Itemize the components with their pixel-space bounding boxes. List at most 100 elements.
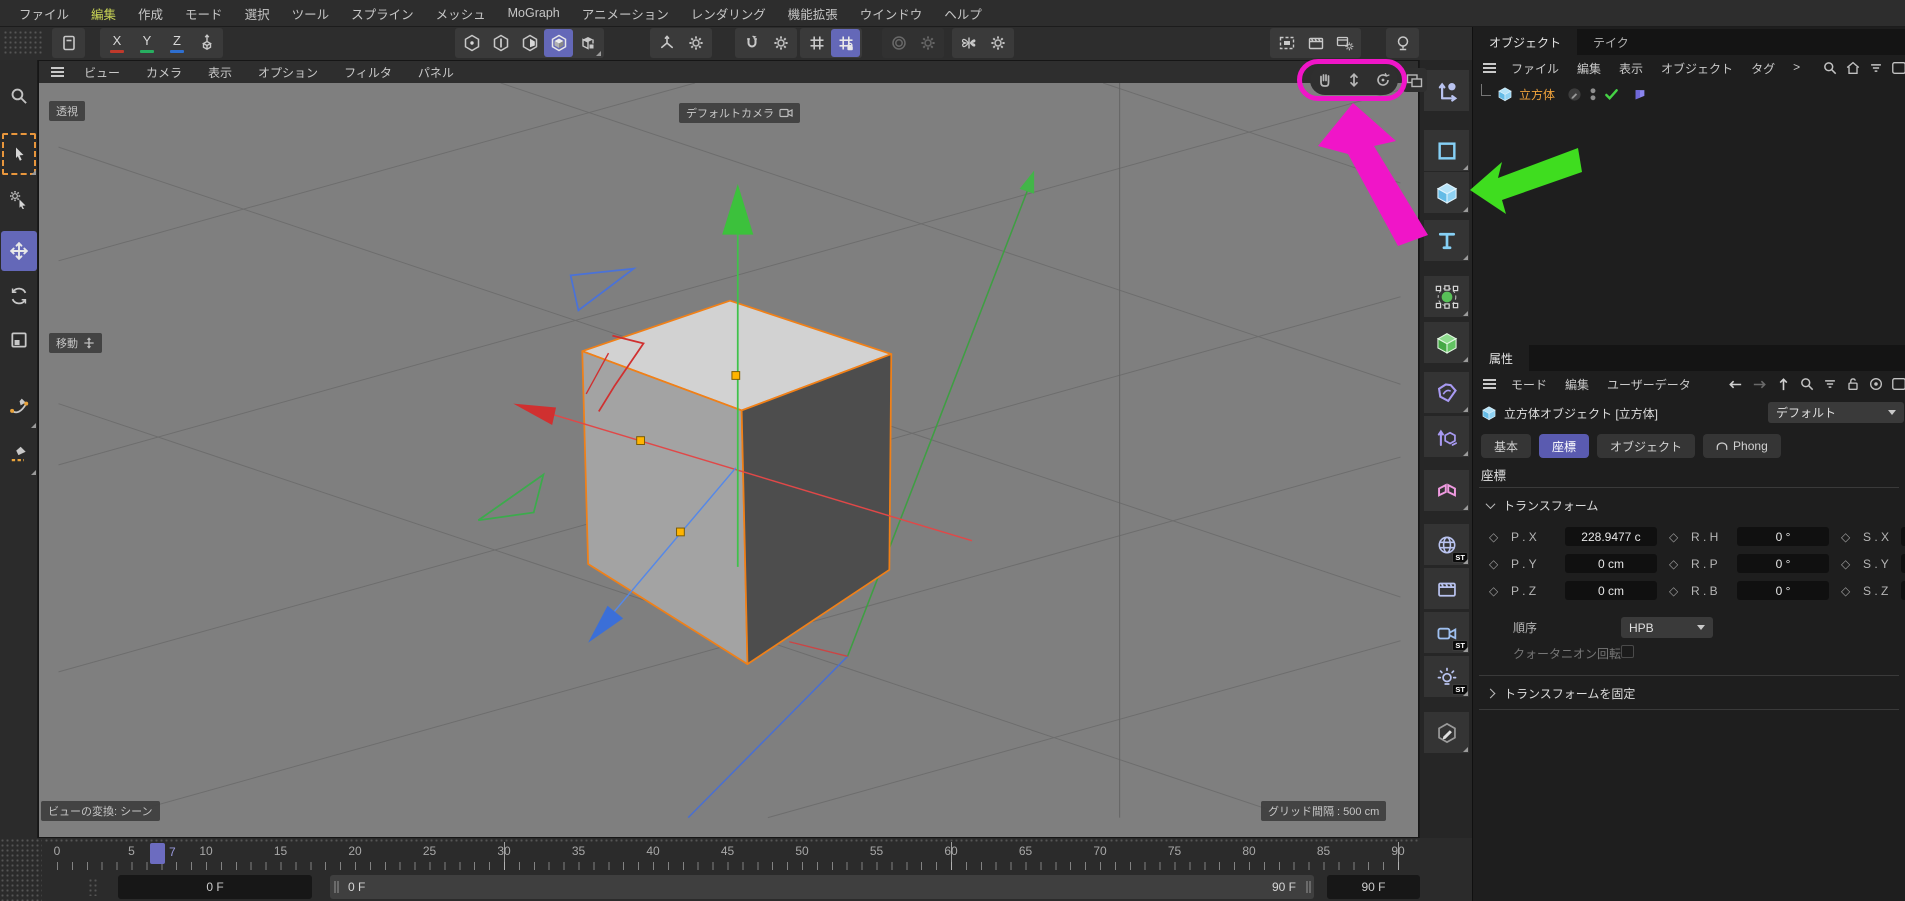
interactive-render-icon[interactable] [1388,29,1417,57]
circles-settings-gear-icon[interactable] [913,29,942,57]
axis-z-button[interactable]: Z [162,29,192,57]
menu-item-0[interactable]: ファイル [8,4,80,23]
axis-y-button[interactable]: Y [132,29,162,57]
film-clapper-icon[interactable] [1424,568,1469,609]
render-settings-icon[interactable] [1330,29,1359,57]
menu-item-12[interactable]: ウインドウ [849,4,934,23]
camera-label[interactable]: デフォルトカメラ [679,103,800,123]
edges-mode-icon[interactable] [486,29,515,57]
home-icon[interactable] [1845,60,1861,76]
rotate-tool[interactable] [1,276,37,316]
workplane-icon[interactable] [652,29,681,57]
viewport-menu-item-5[interactable]: パネル [408,64,464,81]
cube-primitive-icon[interactable] [1424,172,1469,213]
target-icon[interactable] [1868,376,1884,392]
attribute-manager-menu-item-2[interactable]: ユーザーデータ [1598,376,1700,393]
filter-icon[interactable] [1868,60,1884,76]
menu-item-3[interactable]: モード [174,4,234,23]
frame-range-slider[interactable]: 0 F 90 F [330,875,1314,899]
tweak-tool[interactable] [1,180,37,220]
model-mode-icon[interactable] [544,29,573,57]
sx-field[interactable] [1901,527,1905,546]
save-icon[interactable] [54,29,83,57]
axis-mode-icon[interactable] [573,29,602,57]
generator-cube-icon[interactable] [1424,322,1469,363]
viewport[interactable]: ビューカメラ表示オプションフィルタパネル [38,60,1419,838]
tab-objects[interactable]: オブジェクト [1473,29,1577,55]
attribute-manager-menu-item-1[interactable]: 編集 [1556,376,1598,393]
polygons-mode-icon[interactable] [515,29,544,57]
symmetry-butterfly-icon[interactable] [954,29,983,57]
rp-field[interactable]: 0 ° [1737,554,1829,573]
menu-item-2[interactable]: 作成 [127,4,174,23]
spline-pen-tool[interactable] [1,385,37,429]
pan-hand-icon[interactable] [1316,71,1334,89]
scene-canvas[interactable] [39,83,1419,838]
sky-object-icon[interactable]: ST [1424,524,1469,565]
panel-options-icon[interactable] [1891,376,1905,392]
visibility-dots-icon[interactable] [1588,87,1598,102]
move-tool[interactable] [1,231,37,271]
tab-object[interactable]: オブジェクト [1597,434,1695,458]
up-arrow-icon[interactable] [1775,376,1792,393]
symmetry-object-icon[interactable] [1424,470,1469,511]
axis-x-button[interactable]: X [102,29,132,57]
live-selection-tool[interactable] [1,132,37,176]
menu-item-11[interactable]: 機能拡張 [777,4,849,23]
timeline-corner-handle[interactable] [0,838,42,901]
object-manager-menu-item-5[interactable]: > [1784,60,1809,77]
py-field[interactable]: 0 cm [1565,554,1657,573]
dolly-zoom-icon[interactable] [1345,71,1363,89]
order-dropdown[interactable]: HPB [1621,617,1713,638]
orbit-rotate-icon[interactable] [1374,71,1392,89]
toolbar-drag-handle[interactable] [3,30,43,56]
render-view-icon[interactable] [1272,29,1301,57]
camera-object-icon[interactable]: ST [1424,612,1469,653]
edit-toggle-icon[interactable] [1567,87,1582,102]
timeline-playhead[interactable] [150,843,165,864]
find-icon[interactable] [1,76,37,116]
enabled-check-icon[interactable] [1604,87,1619,102]
quaternion-checkbox[interactable] [1621,645,1634,658]
tab-phong[interactable]: Phong [1703,434,1781,458]
search-icon[interactable] [1822,60,1838,76]
modifier-arrow-cube-icon[interactable] [1424,416,1469,457]
back-arrow-icon[interactable] [1727,376,1744,393]
circles-icon[interactable] [884,29,913,57]
symmetry-settings-gear-icon[interactable] [983,29,1012,57]
sketch-tool[interactable] [1,432,37,476]
text-mograph-icon[interactable] [1424,220,1469,261]
object-manager-menu-item-0[interactable]: ファイル [1502,60,1568,77]
viewport-menu-item-2[interactable]: 表示 [198,64,242,81]
menu-item-6[interactable]: スプライン [340,4,425,23]
timeline-handle[interactable] [88,878,98,896]
end-frame-field[interactable]: 90 F [1327,875,1420,899]
viewport-menu-item-3[interactable]: オプション [248,64,328,81]
menu-item-13[interactable]: ヘルプ [933,4,993,23]
sy-field[interactable] [1901,554,1905,573]
workplane-settings-gear-icon[interactable] [681,29,710,57]
lock-icon[interactable] [1845,376,1861,392]
pane-layout-icon[interactable] [1402,68,1427,92]
coordinates-icon[interactable] [1424,70,1469,111]
quantize-grid-icon[interactable] [802,29,831,57]
snap-settings-gear-icon[interactable] [766,29,795,57]
spline-primitive-icon[interactable] [1424,130,1469,171]
transform-group-header[interactable]: トランスフォーム [1487,497,1598,514]
snap-magnet-icon[interactable] [737,29,766,57]
rh-field[interactable]: 0 ° [1737,527,1829,546]
deformer-icon[interactable] [1424,372,1469,413]
viewport-hamburger-icon[interactable] [51,71,64,73]
object-manager-menu-item-2[interactable]: 表示 [1610,60,1652,77]
world-axis-icon[interactable] [192,29,221,57]
view-type-label[interactable]: 透視 [49,101,85,121]
object-manager-hamburger-icon[interactable] [1483,67,1496,69]
tab-basic[interactable]: 基本 [1481,434,1531,458]
scale-tool[interactable] [1,320,37,360]
menu-item-5[interactable]: ツール [281,4,341,23]
object-name[interactable]: 立方体 [1519,86,1555,103]
object-manager-menu-item-3[interactable]: オブジェクト [1652,60,1742,77]
object-row-cube[interactable]: 立方体 [1481,83,1901,105]
menu-item-7[interactable]: メッシュ [425,4,497,23]
material-editor-icon[interactable] [1424,712,1469,753]
